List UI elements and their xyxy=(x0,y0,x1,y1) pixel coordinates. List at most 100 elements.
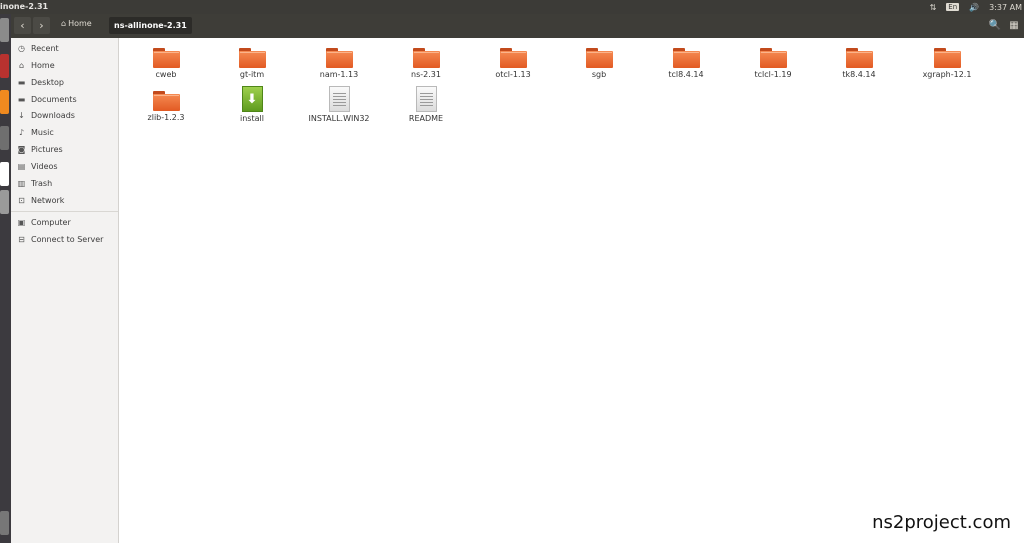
folder-icon xyxy=(845,48,873,68)
folder-icon xyxy=(152,48,180,68)
file-item[interactable]: README xyxy=(383,86,469,123)
network-arrows-icon[interactable]: ⇅ xyxy=(930,3,937,12)
sidebar-item-label: Connect to Server xyxy=(31,234,104,244)
file-item[interactable]: sgb xyxy=(556,48,642,79)
sidebar-item-pictures[interactable]: ◙ Pictures xyxy=(17,141,63,157)
breadcrumb-current[interactable]: ns-allinone-2.31 xyxy=(109,17,192,34)
watermark: ns2project.com xyxy=(872,512,1011,533)
view-grid-button[interactable]: ▦ xyxy=(1005,17,1023,34)
sidebar-item-desktop[interactable]: ▬ Desktop xyxy=(17,74,64,90)
sidebar-item-label: Music xyxy=(31,127,54,137)
system-tray: ⇅ En 🔊 3:37 AM xyxy=(930,0,1022,14)
launcher-firefox-icon[interactable] xyxy=(0,90,9,114)
folder-icon xyxy=(238,48,266,68)
chevron-right-icon: › xyxy=(39,19,44,32)
file-item[interactable]: tcl8.4.14 xyxy=(643,48,729,79)
file-name: ns-2.31 xyxy=(411,70,441,79)
launcher-trash-icon[interactable] xyxy=(0,511,9,535)
sidebar-item-label: Videos xyxy=(31,161,58,171)
sidebar-item-label: Home xyxy=(31,60,55,70)
sidebar-item-label: Downloads xyxy=(31,110,75,120)
chevron-left-icon: ‹ xyxy=(20,19,25,32)
keyboard-indicator[interactable]: En xyxy=(946,3,960,11)
clock-icon: ◷ xyxy=(18,43,25,53)
sidebar-item-videos[interactable]: ▤ Videos xyxy=(17,158,58,174)
file-item[interactable]: otcl-1.13 xyxy=(470,48,556,79)
file-name: sgb xyxy=(591,70,607,79)
sidebar-item-trash[interactable]: ▥ Trash xyxy=(17,175,52,191)
file-item[interactable]: cweb xyxy=(123,48,209,79)
file-name: cweb xyxy=(155,70,177,79)
folder-icon xyxy=(499,48,527,68)
sidebar-item-label: Computer xyxy=(31,217,71,227)
sidebar-item-home[interactable]: ⌂ Home xyxy=(17,57,55,73)
folder-icon xyxy=(759,48,787,68)
file-item[interactable]: tk8.4.14 xyxy=(816,48,902,79)
executable-icon: ⬇ xyxy=(241,86,263,112)
file-name: tcl8.4.14 xyxy=(668,70,704,79)
file-name: nam-1.13 xyxy=(319,70,359,79)
launcher-terminal-icon[interactable] xyxy=(0,162,9,186)
launcher xyxy=(0,14,11,543)
file-name: install xyxy=(240,114,264,123)
file-name: tk8.4.14 xyxy=(842,70,876,79)
sidebar-item-recent[interactable]: ◷ Recent xyxy=(17,40,59,56)
sidebar-item-computer[interactable]: ▣ Computer xyxy=(17,214,71,230)
launcher-settings-icon[interactable] xyxy=(0,126,9,150)
search-button[interactable]: 🔍 xyxy=(986,17,1004,34)
search-icon: 🔍 xyxy=(988,20,1002,31)
grid-icon: ▦ xyxy=(1009,20,1019,31)
computer-icon: ▣ xyxy=(17,217,26,227)
launcher-files-icon[interactable] xyxy=(0,18,9,42)
back-button[interactable]: ‹ xyxy=(14,17,31,34)
camera-icon: ◙ xyxy=(17,144,26,154)
file-item[interactable]: nam-1.13 xyxy=(296,48,382,79)
places-sidebar: ◷ Recent ⌂ Home ▬ Desktop ▬ Documents ↓ … xyxy=(11,38,119,543)
file-item[interactable]: xgraph-12.1 xyxy=(904,48,990,79)
forward-button[interactable]: › xyxy=(33,17,50,34)
window-title: inone-2.31 xyxy=(0,2,49,11)
launcher-app-icon[interactable] xyxy=(0,54,9,78)
file-item[interactable]: INSTALL.WIN32 xyxy=(296,86,382,123)
file-item[interactable]: ns-2.31 xyxy=(383,48,469,79)
sidebar-item-network[interactable]: ⊡ Network xyxy=(17,192,64,208)
volume-icon[interactable]: 🔊 xyxy=(969,3,979,12)
folder-icon xyxy=(672,48,700,68)
text-file-icon xyxy=(415,86,437,112)
folder-icon xyxy=(152,91,180,111)
breadcrumb-home[interactable]: ⌂ Home xyxy=(61,19,92,28)
file-item[interactable]: tclcl-1.19 xyxy=(730,48,816,79)
file-name: xgraph-12.1 xyxy=(922,70,972,79)
sidebar-item-label: Pictures xyxy=(31,144,63,154)
folder-icon: ▬ xyxy=(17,94,26,104)
file-name: README xyxy=(408,114,444,123)
file-item[interactable]: gt-itm xyxy=(209,48,295,79)
sidebar-item-documents[interactable]: ▬ Documents xyxy=(17,91,77,107)
file-item[interactable]: ⬇ install xyxy=(209,86,295,123)
sidebar-item-label: Network xyxy=(31,195,65,205)
file-name: INSTALL.WIN32 xyxy=(308,114,370,123)
text-file-icon xyxy=(328,86,350,112)
sidebar-item-connect-to-server[interactable]: ⊟ Connect to Server xyxy=(17,231,103,247)
music-icon: ♪ xyxy=(18,127,25,137)
launcher-app2-icon[interactable] xyxy=(0,190,9,214)
trash-icon: ▥ xyxy=(17,178,26,188)
clock[interactable]: 3:37 AM xyxy=(989,3,1022,12)
folder-icon xyxy=(933,48,961,68)
sidebar-item-label: Trash xyxy=(31,178,53,188)
file-name: gt-itm xyxy=(239,70,265,79)
sidebar-divider xyxy=(11,211,118,212)
top-panel: inone-2.31 ⇅ En 🔊 3:37 AM xyxy=(0,0,1024,14)
sidebar-item-label: Recent xyxy=(31,43,59,53)
file-name: otcl-1.13 xyxy=(495,70,531,79)
file-manager-toolbar: ‹ › ⌂ Home ns-allinone-2.31 🔍 ▦ xyxy=(11,14,1024,38)
folder-icon: ▬ xyxy=(17,77,26,87)
folder-icon xyxy=(585,48,613,68)
home-icon: ⌂ xyxy=(61,19,67,28)
sidebar-item-downloads[interactable]: ↓ Downloads xyxy=(17,107,75,123)
file-grid: cweb gt-itm nam-1.13 ns-2.31 otcl-1.13 s… xyxy=(119,38,1024,543)
sidebar-item-music[interactable]: ♪ Music xyxy=(17,124,54,140)
sidebar-item-label: Documents xyxy=(31,94,77,104)
file-item[interactable]: zlib-1.2.3 xyxy=(123,91,209,122)
breadcrumb-home-label: Home xyxy=(68,19,92,28)
